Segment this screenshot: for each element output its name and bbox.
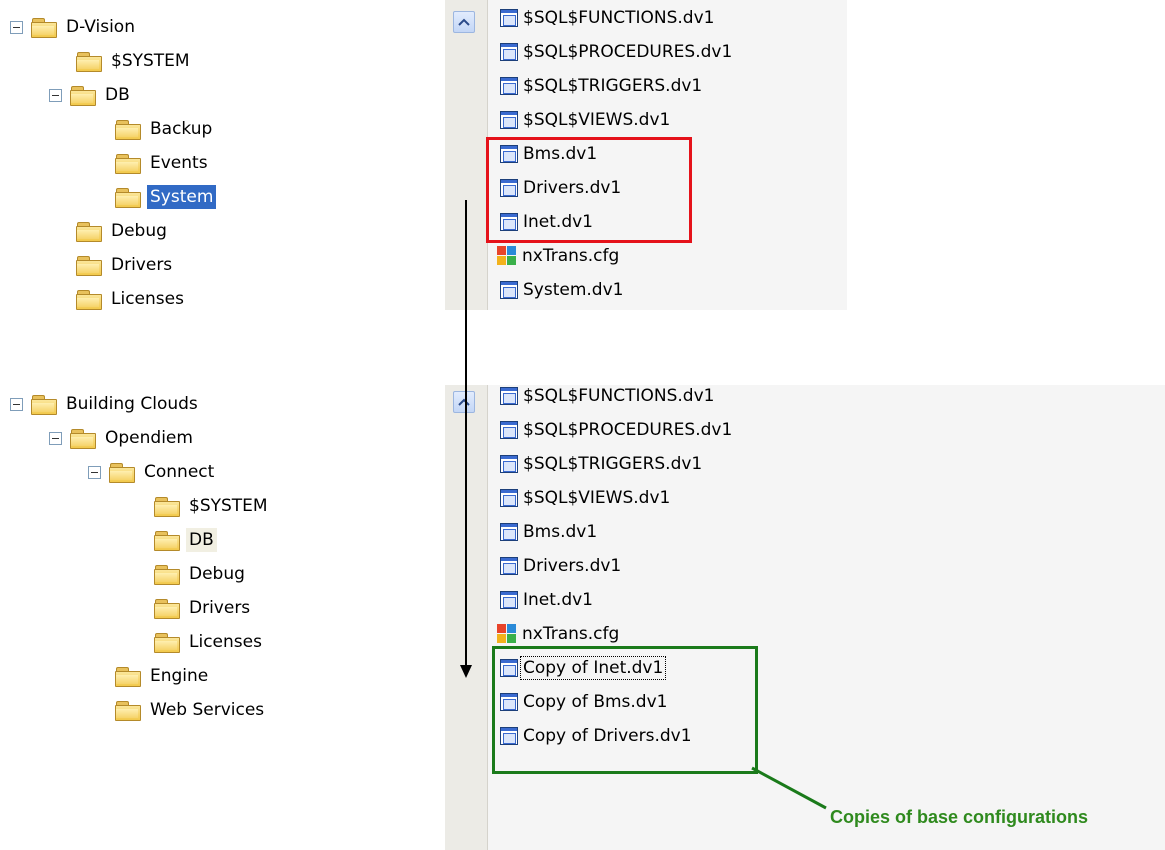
annotation-copies-label: Copies of base configurations [830, 807, 1089, 827]
arrowhead-icon [460, 665, 472, 678]
callout-line [751, 766, 827, 810]
annotation-overlay [460, 200, 827, 810]
